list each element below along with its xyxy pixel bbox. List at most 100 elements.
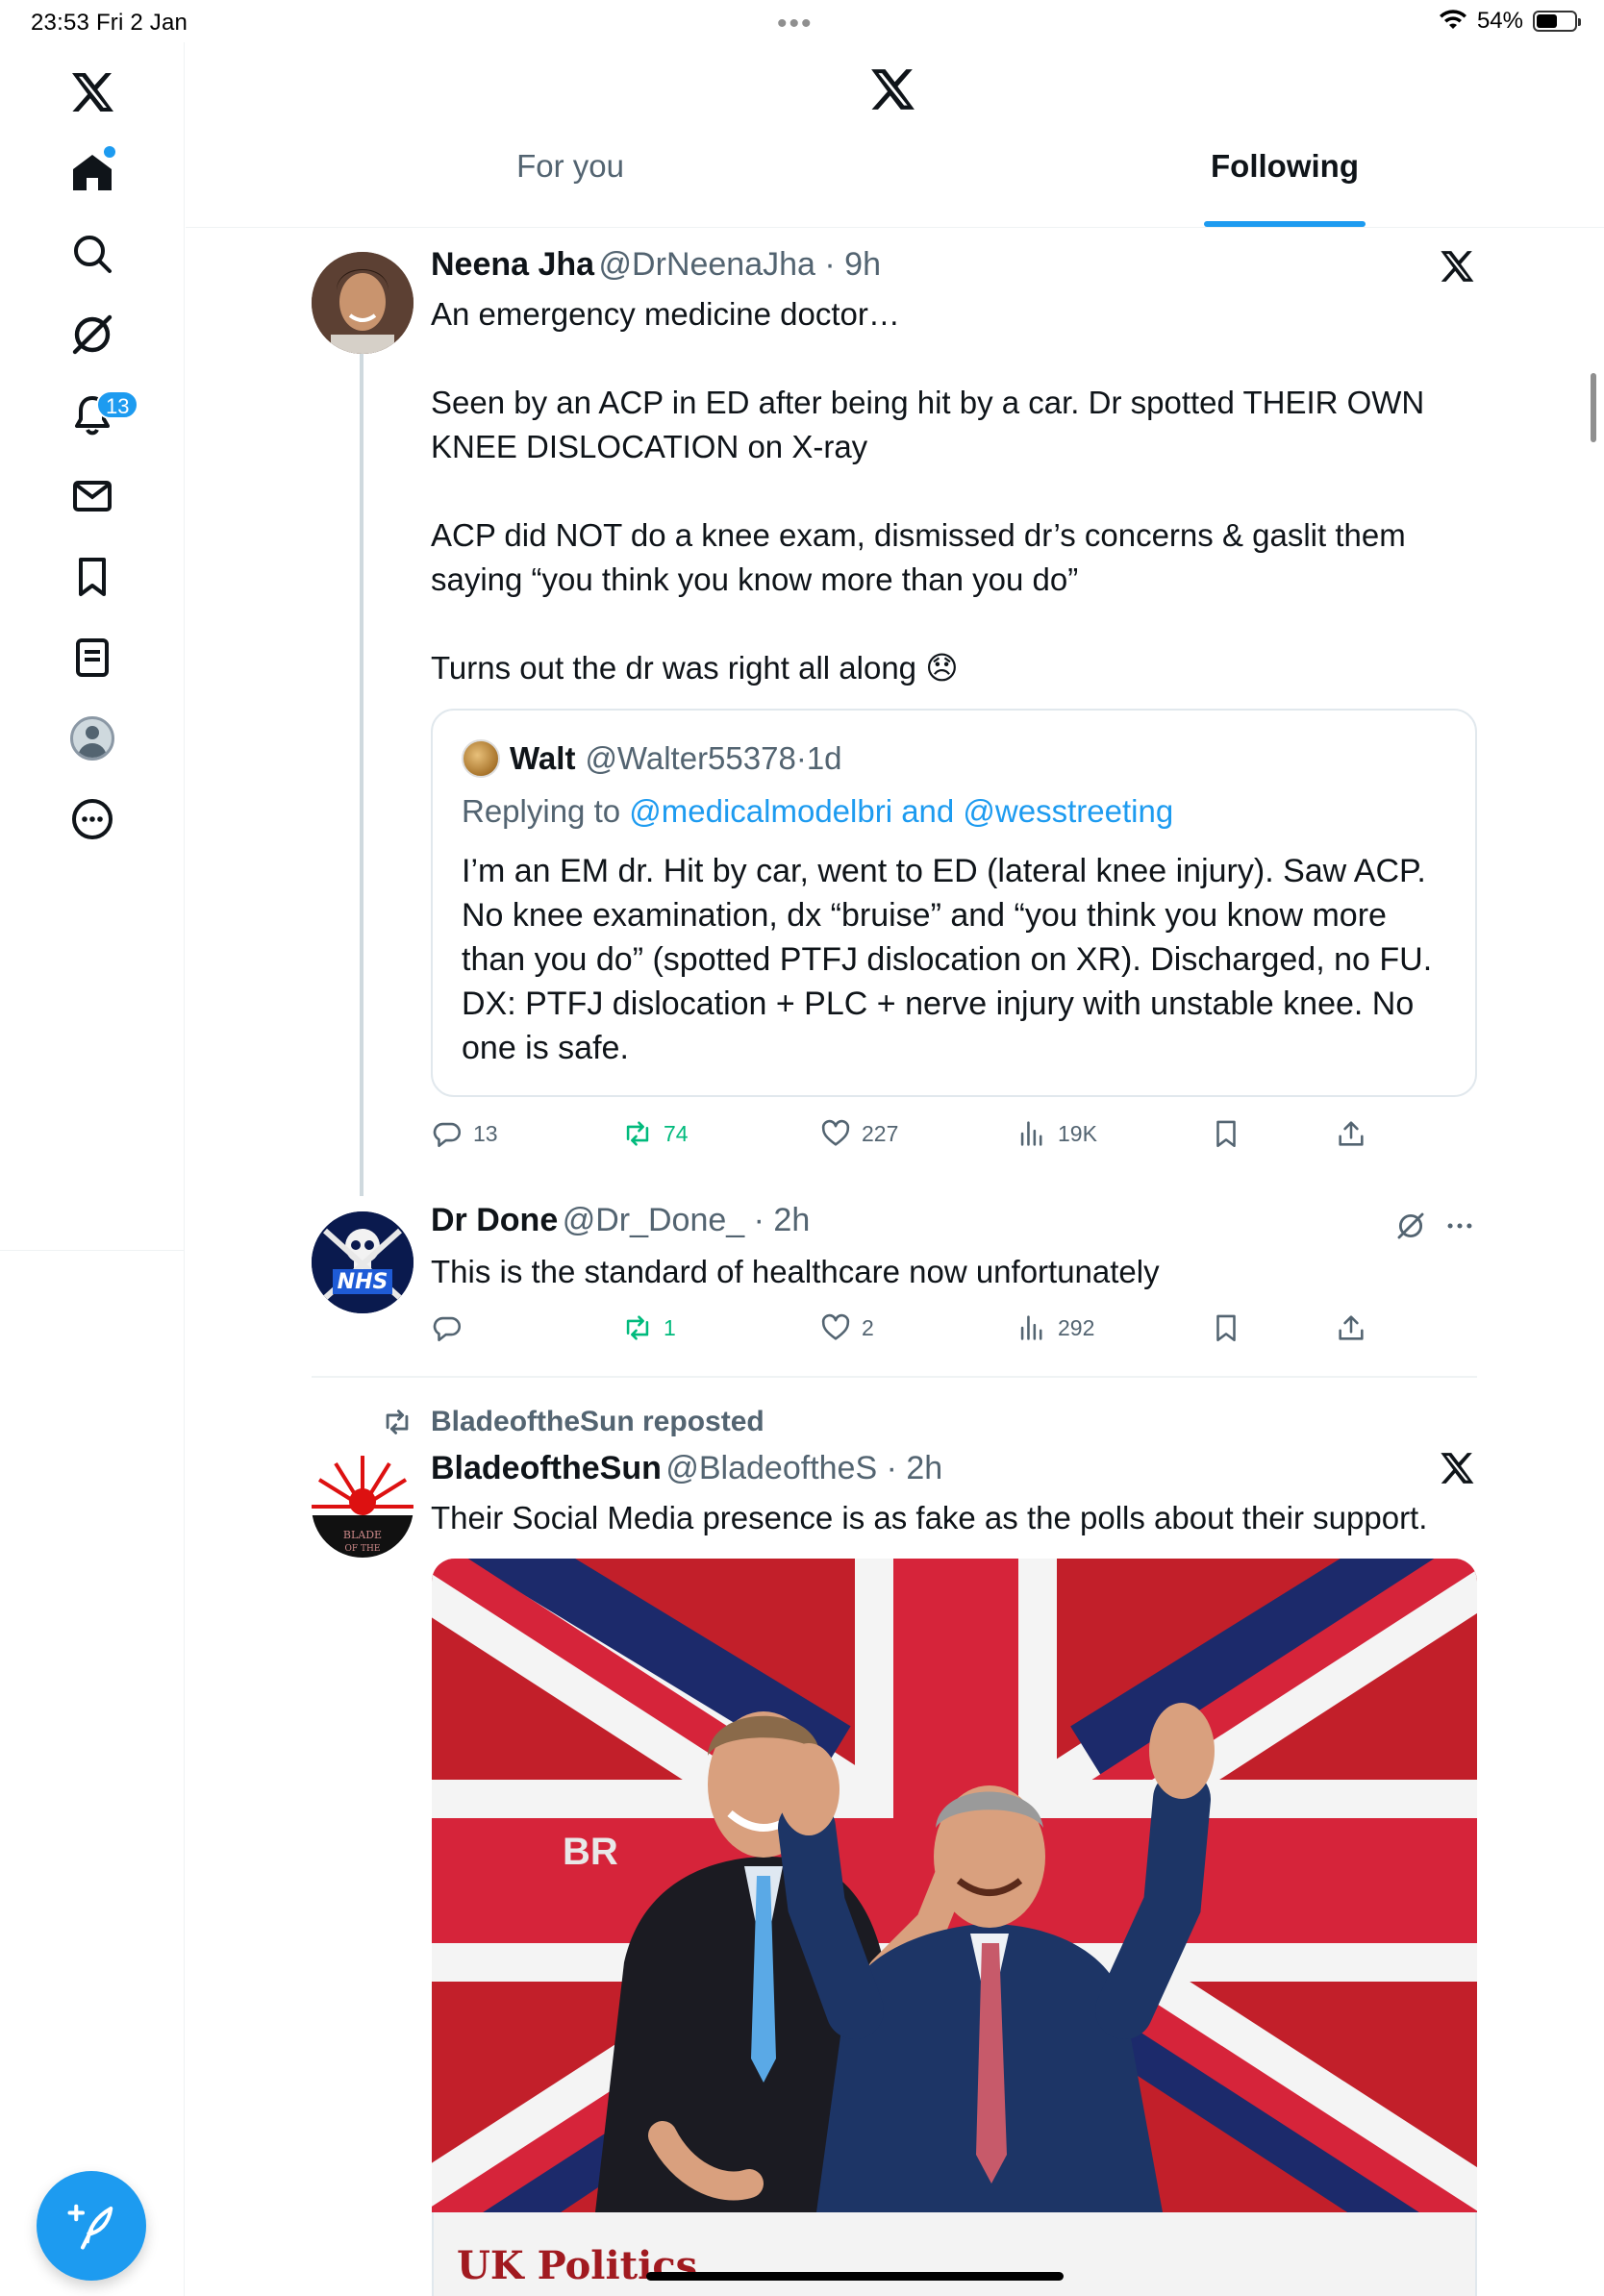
- repost-count: 1: [664, 1314, 676, 1340]
- bookmark-icon: [79, 558, 106, 596]
- nav-home[interactable]: [54, 135, 131, 212]
- timestamp[interactable]: 9h: [844, 246, 881, 283]
- nav-grok[interactable]: [54, 296, 131, 373]
- share-button[interactable]: [1335, 1117, 1367, 1150]
- status-bar: 23:53 Fri 2 Jan ••• 54%: [0, 0, 1604, 42]
- view-count: 19K: [1058, 1120, 1097, 1146]
- nav-search[interactable]: [54, 215, 131, 292]
- nav-notifications[interactable]: 13: [54, 377, 139, 454]
- tweet-text: An emergency medicine doctor… Seen by an…: [431, 292, 1489, 690]
- x-logo-icon[interactable]: [1439, 248, 1475, 285]
- timestamp[interactable]: 2h: [773, 1202, 810, 1238]
- tweet-media-image[interactable]: BR: [432, 1559, 1477, 2212]
- dot-separator: ·: [815, 246, 845, 283]
- tweet-separator: [312, 1376, 1477, 1378]
- home-indicator[interactable]: [646, 2272, 1064, 2281]
- bookmark-button[interactable]: [1210, 1117, 1242, 1150]
- dot-separator: ·: [877, 1450, 907, 1486]
- repost-icon: [386, 1410, 409, 1435]
- avatar[interactable]: BLADE OF THE: [312, 1456, 414, 1558]
- repost-icon: [626, 1121, 649, 1146]
- views-icon: [1020, 1315, 1042, 1340]
- bookmark-icon: [1216, 1314, 1236, 1342]
- dot-separator: ·: [744, 1202, 774, 1238]
- battery-percent: 54%: [1476, 8, 1523, 34]
- more-options-icon[interactable]: [1442, 1210, 1477, 1242]
- reply-button[interactable]: [431, 1311, 473, 1344]
- grok-icon[interactable]: [1394, 1210, 1427, 1242]
- tweet-text: Their Social Media presence is as fake a…: [431, 1500, 1428, 1535]
- active-tab-indicator: [1204, 221, 1366, 227]
- bookmark-button[interactable]: [1210, 1311, 1242, 1344]
- repost-icon: [626, 1315, 649, 1340]
- mail-icon: [73, 481, 112, 512]
- nhs-logo-text: NHS: [338, 1270, 388, 1294]
- repost-button[interactable]: 1: [621, 1311, 676, 1344]
- banner-text: BR: [563, 1831, 618, 1873]
- profile-icon: [70, 716, 114, 761]
- dot-separator: ·: [795, 740, 807, 776]
- battery-icon: [1533, 11, 1581, 32]
- tab-following[interactable]: Following: [1157, 148, 1413, 227]
- like-icon: [821, 1119, 850, 1146]
- author-handle: @Walter55378: [585, 740, 796, 776]
- compose-button[interactable]: [37, 2171, 146, 2281]
- reply-icon: [433, 1122, 461, 1148]
- author-name[interactable]: BladeoftheSun: [431, 1450, 662, 1486]
- views-icon: [1020, 1121, 1042, 1146]
- reply-button[interactable]: 13: [431, 1117, 498, 1150]
- tab-label: For you: [516, 148, 624, 184]
- bookmark-icon: [1216, 1120, 1236, 1148]
- author-handle[interactable]: @BladeoftheS: [665, 1450, 877, 1486]
- tweet-actions: 1 2 292: [431, 1311, 1479, 1350]
- avatar: [462, 739, 500, 778]
- avatar[interactable]: [312, 252, 414, 354]
- repost-indicator[interactable]: BladeoftheSun reposted: [381, 1406, 764, 1438]
- search-icon: [74, 236, 112, 273]
- timestamp[interactable]: 2h: [906, 1450, 942, 1486]
- notification-badge: 13: [96, 390, 139, 419]
- quoted-tweet[interactable]: Walt @Walter55378 · 1d Replying to @medi…: [431, 709, 1477, 1097]
- x-logo-icon[interactable]: [1439, 1450, 1475, 1486]
- author-name[interactable]: Neena Jha: [431, 246, 594, 283]
- home-unread-dot: [104, 146, 115, 158]
- nav-profile[interactable]: [54, 700, 131, 777]
- caption-text: UK Politics: [457, 2243, 698, 2288]
- multitasking-dots[interactable]: •••: [777, 8, 814, 40]
- timeline-header: For you Following: [186, 42, 1604, 228]
- author-name[interactable]: Dr Done: [431, 1202, 558, 1238]
- svg-text:BLADE: BLADE: [343, 1529, 382, 1541]
- x-logo-icon[interactable]: [54, 54, 131, 131]
- avatar[interactable]: NHS: [312, 1211, 414, 1313]
- compose-icon: [67, 2204, 113, 2250]
- nav-more[interactable]: [54, 781, 131, 858]
- share-button[interactable]: [1335, 1311, 1367, 1344]
- like-button[interactable]: 227: [819, 1117, 898, 1150]
- views-button[interactable]: 19K: [1015, 1117, 1097, 1150]
- nav-messages[interactable]: [54, 458, 131, 535]
- lists-icon: [76, 638, 109, 677]
- like-count: 227: [862, 1120, 899, 1146]
- nav-bookmarks[interactable]: [54, 538, 131, 615]
- timestamp: 1d: [806, 740, 842, 776]
- repost-count: 74: [664, 1120, 689, 1146]
- replying-prefix: Replying to: [462, 793, 630, 829]
- tweet-text-content: An emergency medicine doctor… Seen by an…: [431, 296, 1425, 686]
- more-icon: [72, 799, 113, 839]
- scrollbar[interactable]: [1591, 373, 1596, 442]
- tweet-header: BladeoftheSun @BladeoftheS · 2h: [431, 1450, 942, 1487]
- author-handle[interactable]: @Dr_Done_: [563, 1202, 745, 1238]
- x-logo-icon[interactable]: [868, 65, 916, 113]
- repost-label: BladeoftheSun reposted: [431, 1406, 764, 1437]
- view-count: 292: [1058, 1314, 1095, 1340]
- nav-lists[interactable]: [54, 619, 131, 696]
- disappointed-emoji: 😞: [925, 650, 959, 686]
- sidebar-divider: [0, 1250, 185, 1251]
- tab-for-you[interactable]: For you: [474, 148, 666, 227]
- replying-to-links[interactable]: @medicalmodelbri and @wesstreeting: [629, 793, 1173, 829]
- views-button[interactable]: 292: [1015, 1311, 1094, 1344]
- like-button[interactable]: 2: [819, 1311, 874, 1344]
- author-handle[interactable]: @DrNeenaJha: [599, 246, 815, 283]
- share-icon: [1339, 1315, 1364, 1340]
- repost-button[interactable]: 74: [621, 1117, 689, 1150]
